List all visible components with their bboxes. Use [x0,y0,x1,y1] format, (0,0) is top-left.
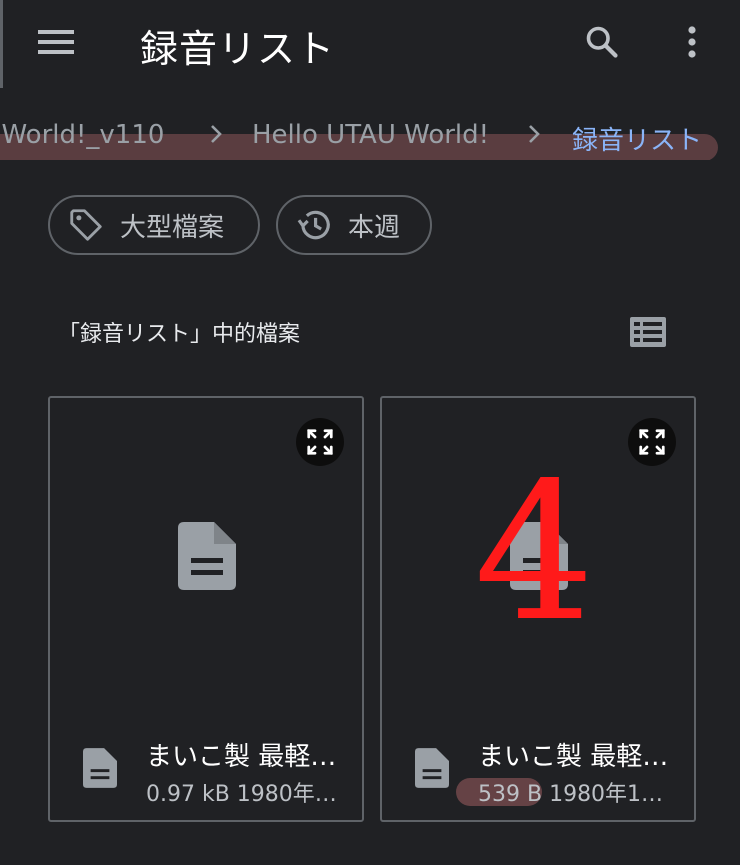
file-meta: 0.97 kB 1980年… [146,782,337,807]
expand-button[interactable] [628,418,676,466]
filter-chip-this-week[interactable]: 本週 [276,195,432,255]
breadcrumb: l World!_v110 Hello UTAU World! 録音リスト [0,112,740,160]
chevron-right-icon [211,125,222,143]
list-view-toggle[interactable] [626,310,670,354]
tag-icon [66,205,106,245]
search-button[interactable] [578,18,626,66]
fullscreen-icon [639,429,665,455]
search-icon [586,26,618,58]
more-options-button[interactable] [668,18,716,66]
list-view-icon [630,317,666,347]
expand-button[interactable] [296,418,344,466]
history-icon [294,205,334,245]
breadcrumb-item[interactable]: Hello UTAU World! [252,120,489,150]
document-icon [178,522,236,590]
section-title: 「録音リスト」中的檔案 [58,322,301,347]
document-icon [80,744,120,792]
document-icon [412,744,452,792]
page-title: 録音リスト [140,27,336,71]
app-bar: 録音リスト [0,0,740,88]
fullscreen-icon [307,429,333,455]
chip-label: 本週 [348,212,401,243]
file-card[interactable]: まいこ製 最軽… 0.97 kB 1980年… [48,396,364,822]
file-meta: 539 B 1980年1… [478,782,664,807]
breadcrumb-current[interactable]: 録音リスト [572,120,702,157]
filter-chip-large-files[interactable]: 大型檔案 [48,195,260,255]
edge-divider [0,0,3,88]
more-vert-icon [688,26,696,58]
file-name: まいこ製 最軽… [146,742,337,772]
file-name: まいこ製 最軽… [478,742,669,772]
menu-icon [38,30,74,54]
menu-button[interactable] [32,22,80,62]
breadcrumb-item[interactable]: l World!_v110 [0,120,164,150]
chevron-right-icon [529,125,540,143]
chip-label: 大型檔案 [120,212,225,243]
annotation-number: 4 [474,442,595,663]
